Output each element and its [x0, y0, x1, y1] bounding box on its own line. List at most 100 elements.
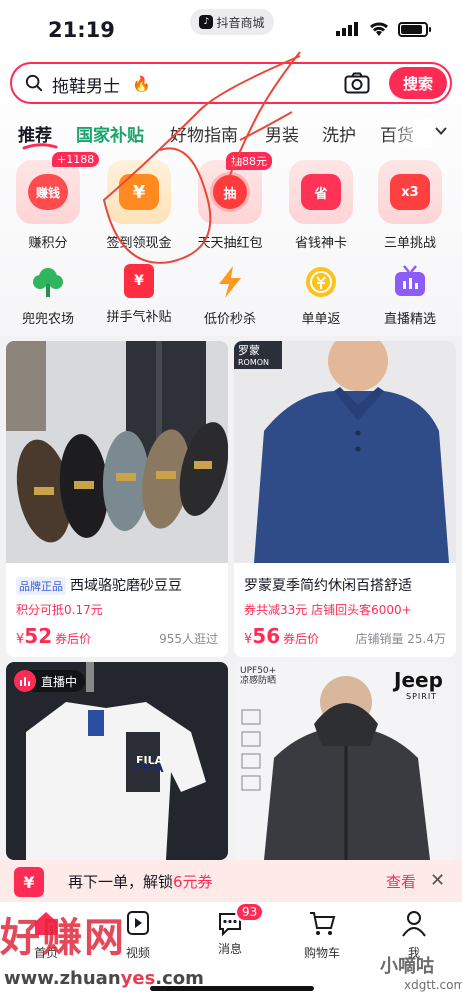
close-icon[interactable]: ✕ — [430, 870, 445, 891]
product-title: 罗蒙夏季简约休闲百搭舒适 — [244, 578, 412, 594]
search-input[interactable] — [52, 74, 132, 94]
fila-chest-logo: FILA — [134, 761, 164, 775]
watermark-url-accent: yes — [120, 968, 156, 989]
entry-order-rebate[interactable]: 单单返 — [281, 264, 361, 327]
entry-label: 三单挑战 — [383, 236, 436, 251]
calendar-icon: ¥ — [119, 174, 159, 210]
upf-line-2: 凉感防晒 — [240, 676, 277, 686]
entry-daily-redpack[interactable]: 抽 抽88元 天天抽红包 — [190, 152, 272, 251]
entry-label: 赚积分 — [28, 236, 68, 251]
entry-savings-card[interactable]: 省 省钱神卡 — [281, 160, 361, 251]
tab-personal-care[interactable]: 洗护 — [322, 121, 356, 146]
message-count-badge: 93 — [235, 902, 265, 922]
nav-label: 消息 — [217, 942, 242, 956]
currency-symbol: ¥ — [16, 632, 25, 647]
challenge-tile: x3 — [378, 160, 442, 224]
wifi-icon — [370, 22, 388, 36]
savings-card-icon: 省 — [301, 174, 341, 210]
entry-lucky-subsidy[interactable]: ¥ 拼手气补贴 — [99, 264, 179, 325]
lottery-wheel-icon: 抽 — [210, 172, 250, 212]
coupon-icon: ¥ — [14, 867, 44, 897]
message-icon-wrap: 93 — [215, 902, 265, 938]
entry-label: 签到领现金 — [106, 236, 172, 251]
coin-bag-icon: 赚钱 — [28, 174, 68, 210]
search-icon — [25, 74, 43, 92]
tab-national-subsidy[interactable]: 国家补贴 — [76, 121, 144, 146]
entry-label: 拼手气补贴 — [106, 310, 172, 325]
checkin-tile: ¥ — [107, 160, 171, 224]
product-price-row: ¥ 56 券后价 店铺销量 25.4万 — [234, 624, 456, 648]
tab-good-guide[interactable]: 好物指南 — [170, 121, 238, 146]
douyin-logo-icon: ♪ — [199, 15, 214, 29]
coupon-text-prefix: 再下一单，解锁 — [68, 873, 174, 891]
entry-checkin-cash[interactable]: ¥ 签到领现金 — [99, 160, 179, 251]
product-promo: 积分可抵0.17元 — [16, 603, 103, 617]
coupon-highlight: 6元券 — [173, 873, 213, 891]
product-title: 品牌正品 西域骆驼磨砂豆豆 — [6, 575, 228, 595]
nav-cart[interactable]: 购物车 — [276, 908, 368, 961]
coupon-text: 再下一单，解锁6元券 — [68, 871, 213, 892]
video-icon — [127, 911, 149, 935]
red-envelope-icon: ¥ — [124, 264, 154, 298]
entry-farm[interactable]: 兜兜农场 — [8, 264, 88, 327]
ticket-x3-icon: x3 — [390, 174, 430, 210]
brand-logo-sub: ROMON — [238, 358, 270, 367]
watermark-right-url: xdgtt.com — [404, 978, 462, 992]
coin-icon — [306, 267, 336, 297]
status-time: 21:19 — [48, 18, 115, 42]
product-sold: 店铺销量 25.4万 — [355, 632, 446, 646]
redpack-tile: 抽 抽88元 — [198, 152, 272, 224]
watermark-url-suffix: .com — [155, 968, 204, 989]
entry-label: 低价秒杀 — [203, 312, 256, 327]
camera-icon[interactable] — [344, 72, 370, 94]
active-tab-underline — [22, 143, 58, 150]
watermark-url-prefix: www.zhuan — [4, 968, 121, 989]
entry-flash-sale[interactable]: 低价秒杀 — [190, 264, 270, 327]
header: 🔥 搜索 推荐 国家补贴 好物指南 男装 洗护 百货 赚钱 +1188 赚积分 — [0, 56, 462, 336]
watermark-url: www.zhuanyes.com — [4, 968, 204, 989]
product-card[interactable]: UPF50+ 凉感防晒 Jeep SPIRIT — [234, 662, 456, 860]
app-indicator-pill[interactable]: ♪ 抖音商城 — [190, 9, 274, 35]
tree-icon — [33, 268, 63, 297]
nav-messages[interactable]: 93 消息 — [184, 902, 276, 957]
coupon-bar[interactable]: ¥ 再下一单，解锁6元券 查看 ✕ — [0, 860, 462, 902]
profile-icon — [402, 911, 426, 937]
live-label: 直播中 — [41, 674, 78, 689]
jeep-logo-sub: SPIRIT — [406, 692, 438, 701]
chevron-down-icon[interactable] — [434, 124, 448, 138]
product-card[interactable]: FILA FILA 直播中 — [6, 662, 228, 860]
product-price: 56 — [252, 624, 281, 648]
search-bar[interactable]: 🔥 搜索 — [10, 62, 452, 104]
jeep-logo: Jeep — [394, 668, 443, 692]
entry-earn-points[interactable]: 赚钱 +1188 赚积分 — [8, 152, 100, 251]
product-sold: 955人逛过 — [159, 632, 218, 646]
status-bar: 21:19 ♪ 抖音商城 — [0, 0, 462, 56]
entry-label: 天天抽红包 — [197, 236, 263, 251]
savings-tile: 省 — [289, 160, 353, 224]
live-bars-icon — [14, 670, 36, 692]
earn-points-tile: 赚钱 +1188 — [16, 152, 100, 224]
product-card[interactable]: 罗蒙 ROMON 罗蒙夏季简约休闲百搭舒适 券共减33元 店铺回头客6000+ … — [234, 341, 456, 657]
tabs-fade — [388, 118, 432, 148]
battery-icon — [398, 22, 431, 37]
entry-label: 省钱神卡 — [294, 236, 347, 251]
watermark-right: 小嘀咕 — [380, 956, 434, 977]
cellular-signal-icon — [336, 22, 358, 36]
product-card[interactable]: 品牌正品 西域骆驼磨砂豆豆 积分可抵0.17元 ¥ 52 券后价 955人逛过 — [6, 341, 228, 657]
entry-label: 单单返 — [301, 312, 341, 327]
cart-icon — [310, 912, 336, 935]
live-badge: 直播中 — [14, 670, 86, 692]
lightning-icon — [219, 266, 241, 298]
product-title-text: 西域骆驼磨砂豆豆 — [70, 578, 182, 594]
coupon-view-button[interactable]: 查看 — [386, 871, 416, 892]
currency-symbol: ¥ — [244, 632, 253, 647]
entry-live-picks[interactable]: 直播精选 — [370, 264, 450, 327]
watermark-logo: 好赚网 — [0, 915, 126, 961]
search-button[interactable]: 搜索 — [389, 67, 447, 99]
brand-logo-romon: 罗蒙 ROMON — [238, 345, 269, 369]
tab-menswear[interactable]: 男装 — [265, 121, 299, 146]
entry-three-order-challenge[interactable]: x3 三单挑战 — [370, 160, 450, 251]
entry-label: 兜兜农场 — [21, 312, 74, 327]
brand-tag: 品牌正品 — [16, 577, 66, 595]
price-label: 券后价 — [283, 632, 320, 646]
